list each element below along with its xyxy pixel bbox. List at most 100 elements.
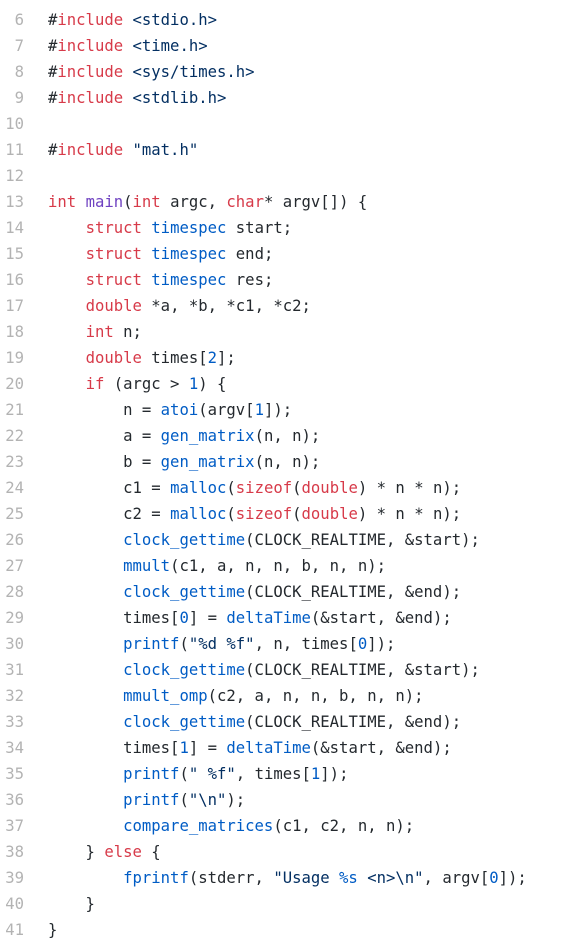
- code-line: 10: [0, 111, 570, 137]
- line-number[interactable]: 16: [0, 267, 24, 293]
- line-number[interactable]: 15: [0, 241, 24, 267]
- line-content: }: [24, 891, 95, 917]
- code-text: ]);: [263, 401, 293, 419]
- code-text: }: [48, 921, 58, 939]
- line-number[interactable]: 37: [0, 813, 24, 839]
- line-number[interactable]: 7: [0, 33, 24, 59]
- code-text: , times[: [235, 765, 311, 783]
- line-number[interactable]: 32: [0, 683, 24, 709]
- code-text: #: [48, 63, 58, 81]
- code-text: (&start, &end);: [310, 739, 452, 757]
- code-text: , argv[: [423, 869, 490, 887]
- line-number[interactable]: 25: [0, 501, 24, 527]
- function-name: timespec: [151, 271, 227, 289]
- code-text: end;: [226, 245, 274, 263]
- line-number[interactable]: 29: [0, 605, 24, 631]
- line-number[interactable]: 33: [0, 709, 24, 735]
- function-name: gen_matrix: [160, 427, 255, 445]
- line-number[interactable]: 8: [0, 59, 24, 85]
- line-number[interactable]: 35: [0, 761, 24, 787]
- line-number[interactable]: 41: [0, 917, 24, 943]
- line-number[interactable]: 21: [0, 397, 24, 423]
- line-number[interactable]: 26: [0, 527, 24, 553]
- code-text: (n, n);: [254, 427, 321, 445]
- line-content: a = gen_matrix(n, n);: [24, 423, 320, 449]
- code-line: 37 compare_matrices(c1, c2, n, n);: [0, 813, 570, 839]
- keyword: double: [301, 505, 358, 523]
- function-name: printf: [123, 765, 180, 783]
- line-number[interactable]: 18: [0, 319, 24, 345]
- line-number[interactable]: 40: [0, 891, 24, 917]
- line-number[interactable]: 28: [0, 579, 24, 605]
- keyword: int: [85, 323, 114, 341]
- code-text: ]);: [320, 765, 349, 783]
- line-number[interactable]: 20: [0, 371, 24, 397]
- line-content: int main(int argc, char* argv[]) {: [24, 189, 367, 215]
- function-name: clock_gettime: [123, 713, 246, 731]
- line-number[interactable]: 6: [0, 7, 24, 33]
- line-number[interactable]: 24: [0, 475, 24, 501]
- function-name: clock_gettime: [123, 661, 246, 679]
- line-number[interactable]: 14: [0, 215, 24, 241]
- line-number[interactable]: 36: [0, 787, 24, 813]
- line-number[interactable]: 19: [0, 345, 24, 371]
- line-content: times[0] = deltaTime(&start, &end);: [24, 605, 452, 631]
- keyword: include: [57, 63, 124, 81]
- code-line: 28 clock_gettime(CLOCK_REALTIME, &end);: [0, 579, 570, 605]
- line-number[interactable]: 30: [0, 631, 24, 657]
- code-text: res;: [226, 271, 274, 289]
- code-text: ) * n * n);: [357, 479, 462, 497]
- code-text: (: [226, 479, 236, 497]
- keyword: include: [57, 11, 124, 29]
- code-text: n =: [48, 401, 161, 419]
- number-literal: 1: [254, 401, 264, 419]
- number-literal: 0: [357, 635, 368, 653]
- keyword: char: [226, 193, 264, 211]
- function-name: printf: [123, 791, 180, 809]
- line-number[interactable]: 31: [0, 657, 24, 683]
- keyword: if: [85, 375, 105, 393]
- function-name: printf: [123, 635, 180, 653]
- line-number[interactable]: 11: [0, 137, 24, 163]
- line-number[interactable]: 38: [0, 839, 24, 865]
- line-content: [24, 163, 48, 189]
- line-number[interactable]: 34: [0, 735, 24, 761]
- line-content: mmult_omp(c2, a, n, n, b, n, n);: [24, 683, 423, 709]
- code-line: 36 printf("\n");: [0, 787, 570, 813]
- line-content: clock_gettime(CLOCK_REALTIME, &start);: [24, 657, 480, 683]
- code-text: n;: [113, 323, 142, 341]
- line-content: clock_gettime(CLOCK_REALTIME, &start);: [24, 527, 480, 553]
- line-number[interactable]: 22: [0, 423, 24, 449]
- line-number[interactable]: 13: [0, 189, 24, 215]
- string-literal: <time.h>: [132, 37, 208, 55]
- keyword: int: [132, 193, 161, 211]
- line-content: struct timespec end;: [24, 241, 274, 267]
- code-text: (CLOCK_REALTIME, &start);: [245, 531, 480, 549]
- line-number[interactable]: 17: [0, 293, 24, 319]
- line-content: mmult(c1, a, n, n, b, n, n);: [24, 553, 386, 579]
- line-content: #include <sys/times.h>: [24, 59, 255, 85]
- line-number[interactable]: 23: [0, 449, 24, 475]
- line-number[interactable]: 12: [0, 163, 24, 189]
- code-text: argc,: [160, 193, 227, 211]
- code-text: times[: [48, 609, 180, 627]
- keyword: include: [57, 141, 124, 159]
- code-text: b =: [48, 453, 161, 471]
- line-number[interactable]: 10: [0, 111, 24, 137]
- line-number[interactable]: 39: [0, 865, 24, 891]
- code-text: ) * n * n);: [357, 505, 462, 523]
- line-number[interactable]: 9: [0, 85, 24, 111]
- function-name: deltaTime: [226, 739, 311, 757]
- line-number[interactable]: 27: [0, 553, 24, 579]
- code-line: 39 fprintf(stderr, "Usage %s <n>\n", arg…: [0, 865, 570, 891]
